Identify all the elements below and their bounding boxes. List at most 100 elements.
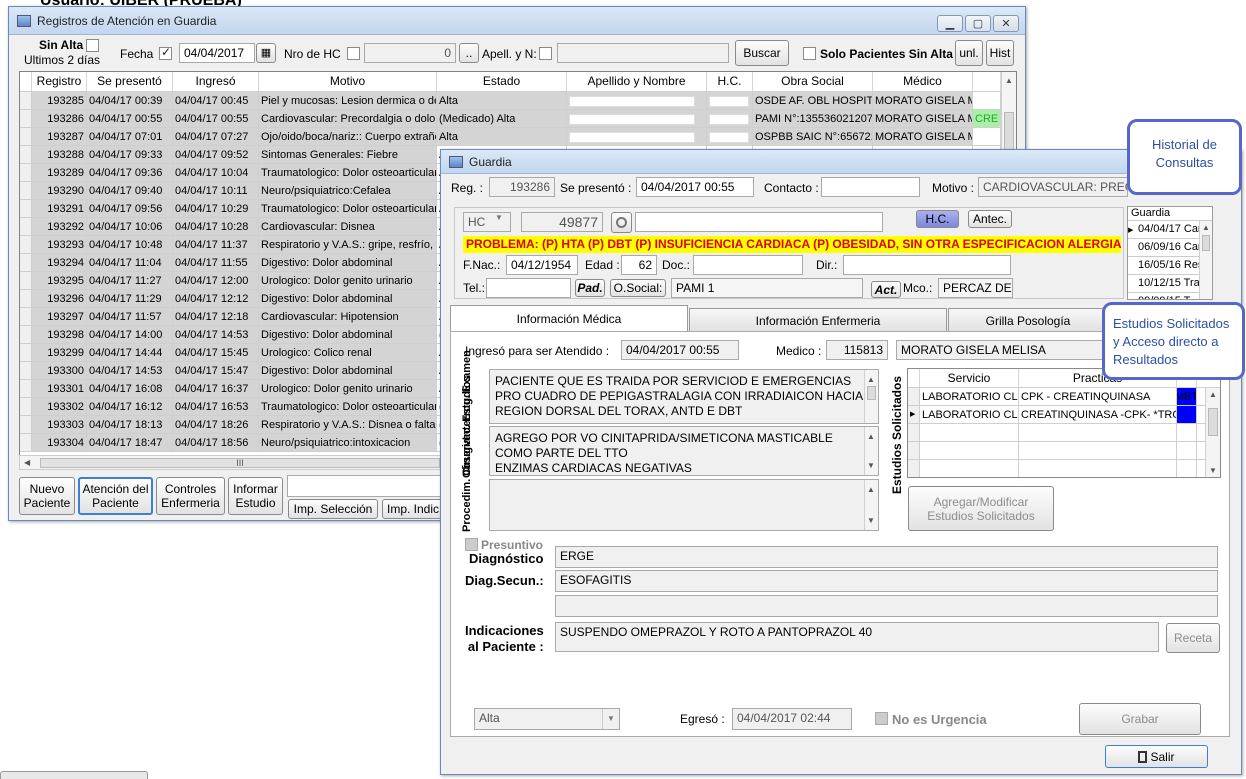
row-selector[interactable] (908, 460, 920, 477)
row-selector[interactable] (20, 92, 32, 109)
row-selector[interactable] (908, 424, 920, 441)
table-row[interactable]: 193286 04/04/17 00:55 04/04/17 00:55 Cardio… (20, 110, 1016, 128)
patient-search-button[interactable] (611, 212, 632, 233)
apell-input[interactable] (557, 43, 729, 63)
receta-button[interactable]: Receta (1166, 623, 1220, 653)
row-selector[interactable]: ▶ (908, 406, 920, 423)
unl-button[interactable]: unl. (955, 40, 983, 66)
close-button[interactable]: ✕ (993, 15, 1019, 32)
grabar-button[interactable]: Grabar (1079, 703, 1201, 735)
egreso-input[interactable]: 04/04/2017 02:44 (732, 708, 852, 730)
row-selector[interactable] (20, 290, 32, 307)
row-selector[interactable] (20, 344, 32, 361)
row-selector[interactable] (20, 272, 32, 289)
mco-input[interactable]: PERCAZ DE (938, 278, 1013, 298)
col-ingreso[interactable]: Ingresó (173, 72, 259, 91)
row-selector[interactable] (20, 146, 32, 163)
estudios-grid-scroll[interactable]: ▲ ▼ (1205, 388, 1220, 477)
examen-scroll[interactable]: ▲ (864, 370, 878, 423)
doc-input[interactable] (693, 255, 803, 275)
ingreso-input[interactable]: 04/04/2017 00:55 (621, 340, 739, 360)
solo-checkbox[interactable] (803, 47, 816, 60)
row-selector[interactable] (908, 388, 920, 405)
estudio-row[interactable] (908, 442, 1220, 460)
estudio-row[interactable]: LABORATORIO CLINCPK - CREATINQUINASACPK … (908, 388, 1220, 406)
col-servicio[interactable]: Servicio (920, 369, 1019, 387)
osocial-button[interactable]: O.Social: (610, 279, 666, 297)
col-apellido[interactable]: Apellido y Nombre (567, 72, 707, 91)
grid-hscroll[interactable]: ◀ III (19, 455, 449, 470)
fecha-input[interactable]: 04/04/2017 (179, 43, 255, 63)
estudios-scroll[interactable]: ▲ ▼ (864, 427, 878, 475)
estudio-row[interactable] (908, 460, 1220, 477)
tab-informacion-enfermeria[interactable]: Información Enfermeria (689, 308, 947, 332)
col-hc[interactable]: H.C. (707, 72, 753, 91)
salir-button[interactable]: Salir (1105, 745, 1208, 768)
hc-combo[interactable]: HC (463, 212, 511, 232)
row-selector[interactable] (20, 254, 32, 271)
estudio-resultado-link[interactable]: CPK MBT (1177, 388, 1197, 405)
indicaciones-input[interactable]: SUSPENDO OMEPRAZOL Y ROTO A PANTOPRAZOL … (555, 622, 1159, 652)
presuntivo-checkbox[interactable] (465, 538, 478, 551)
pad-button[interactable]: Pad. (575, 279, 605, 297)
tab-grilla-posologia[interactable]: Grilla Posología (948, 308, 1108, 332)
row-selector[interactable] (20, 164, 32, 181)
hc-search-button[interactable]: .. (459, 43, 479, 63)
col-estado[interactable]: Estado (437, 72, 567, 91)
row-selector[interactable] (908, 442, 920, 459)
diag-extra-input[interactable] (555, 595, 1218, 617)
hist-button[interactable]: Hist (986, 40, 1014, 66)
nuevo-paciente-button[interactable]: Nuevo Paciente (19, 477, 75, 515)
cirugia-scroll[interactable]: ▲ ▼ (864, 480, 878, 530)
estudio-resultado-link[interactable] (1177, 460, 1197, 477)
col-obra-social[interactable]: Obra Social (753, 72, 873, 91)
osocial-input[interactable]: PAMI 1 (671, 278, 863, 298)
fnac-input[interactable]: 04/12/1954 (506, 255, 578, 275)
row-selector[interactable] (20, 362, 32, 379)
motivo-input[interactable]: CARDIOVASCULAR: PREC (978, 177, 1128, 197)
imp-seleccion-button[interactable]: Imp. Selección (288, 499, 378, 519)
maximize-button[interactable]: ▢ (965, 15, 991, 32)
no-urgencia-checkbox[interactable] (875, 712, 888, 725)
estudio-row[interactable]: ▶ LABORATORIO CLIN CREATINQUINASA -CPK- *T… (908, 406, 1220, 424)
diag-secun-input[interactable]: ESOFAGITIS (555, 570, 1218, 592)
back-search-input[interactable] (287, 475, 447, 497)
row-selector[interactable] (20, 326, 32, 343)
apell-checkbox[interactable] (539, 47, 552, 60)
row-selector[interactable] (20, 308, 32, 325)
controles-enfermeria-button[interactable]: Controles Enfermeria (156, 477, 225, 515)
row-selector[interactable] (20, 434, 32, 451)
cirugia-memo[interactable]: ▲ ▼ (489, 479, 879, 531)
tel-input[interactable] (486, 278, 571, 298)
agregar-estudios-button[interactable]: Agregar/Modificar Estudios Solicitados (908, 486, 1054, 531)
row-selector[interactable] (20, 200, 32, 217)
history-vscroll[interactable]: ▲ (1199, 221, 1212, 299)
dir-input[interactable] (843, 255, 1011, 275)
estudio-resultado-link[interactable] (1177, 424, 1197, 441)
atencion-paciente-button[interactable]: Atención del Paciente (78, 477, 153, 515)
row-selector[interactable] (20, 218, 32, 235)
col-medico[interactable]: Médico (873, 72, 973, 91)
row-selector[interactable] (20, 128, 32, 145)
nro-hc-checkbox[interactable] (347, 47, 360, 60)
row-selector[interactable] (20, 398, 32, 415)
fecha-checkbox[interactable] (159, 45, 172, 60)
calendar-button[interactable]: ▦ (256, 43, 276, 63)
hc-button[interactable]: H.C. (916, 210, 959, 228)
reg-input[interactable]: 193286 (489, 177, 555, 197)
contacto-input[interactable] (821, 177, 920, 197)
diagnostico-input[interactable]: ERGE (555, 546, 1218, 568)
table-row[interactable]: 193285 04/04/17 00:39 04/04/17 00:45 Piel y… (20, 92, 1016, 110)
row-selector[interactable] (20, 236, 32, 253)
informar-estudio-button[interactable]: Informar Estudio (228, 477, 283, 515)
antec-button[interactable]: Antec. (968, 210, 1012, 228)
row-selector[interactable] (20, 182, 32, 199)
col-presento[interactable]: Se presentó (87, 72, 173, 91)
row-selector[interactable] (20, 110, 32, 127)
sin-alta-checkbox[interactable] (86, 39, 99, 52)
col-motivo[interactable]: Motivo (259, 72, 437, 91)
row-selector[interactable] (20, 380, 32, 397)
nro-hc-input[interactable]: 0 (364, 43, 456, 63)
estudio-row[interactable] (908, 424, 1220, 442)
presento-input[interactable]: 04/04/2017 00:55 (636, 177, 754, 197)
